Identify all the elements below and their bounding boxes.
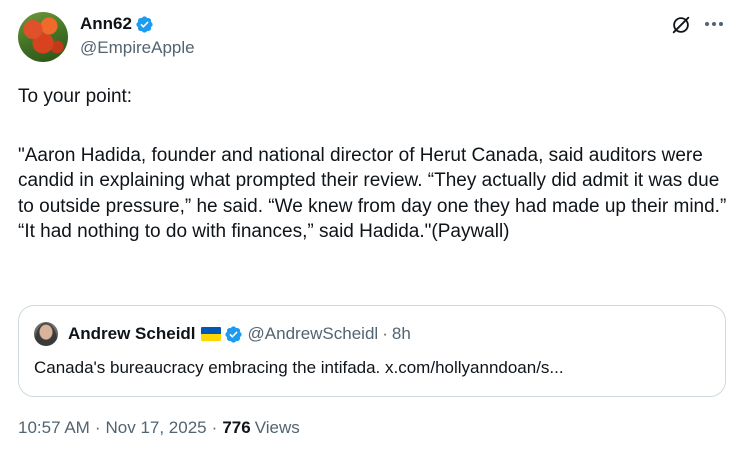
tweet-time[interactable]: 10:57 AM [18,418,90,438]
quoted-author-avatar[interactable] [34,322,58,346]
tweet-date[interactable]: Nov 17, 2025 [106,418,207,438]
meta-separator: · [94,418,101,437]
meta-separator: · [211,418,218,437]
views-count: 776 [222,418,251,437]
verified-badge-icon [136,15,153,33]
more-dot [705,22,709,26]
tweet-text-quote-1: "Aaron Hadida, founder and national dire… [18,144,727,217]
verified-badge-icon [224,325,242,343]
tweet-text: To your point: "Aaron Hadida, founder an… [18,84,728,245]
quoted-tweet[interactable]: Andrew Scheidl @AndrewScheidl · 8h Canad… [18,305,726,397]
quoted-author-display-name[interactable]: Andrew Scheidl [68,324,196,344]
more-dot [719,22,723,26]
quoted-tweet-time[interactable]: 8h [392,324,411,344]
tweet-meta: 10:57 AM · Nov 17, 2025 · 776 Views [18,418,300,438]
more-icon[interactable] [702,12,726,36]
author-handle[interactable]: @EmpireApple [80,38,195,58]
quoted-tweet-text: Canada's bureaucracy embracing the intif… [34,358,564,377]
quoted-separator: · [382,324,388,343]
quoted-author-handle[interactable]: @AndrewScheidl [248,324,379,344]
more-dot [712,22,716,26]
grok-icon[interactable] [670,14,692,36]
author-display-name[interactable]: Ann62 [80,14,132,34]
tweet-text-quote-2: “It had nothing to do with finances,” sa… [18,221,510,242]
quoted-tweet-header: Andrew Scheidl @AndrewScheidl · 8h [68,323,411,345]
views-label: Views [254,418,300,437]
ukraine-flag-icon [200,327,221,341]
tweet: Ann62 @EmpireApple To your point: "Aaron… [0,0,740,449]
author-name-row: Ann62 [80,12,154,36]
author-avatar[interactable] [18,12,68,62]
tweet-text-intro: To your point: [18,86,133,107]
